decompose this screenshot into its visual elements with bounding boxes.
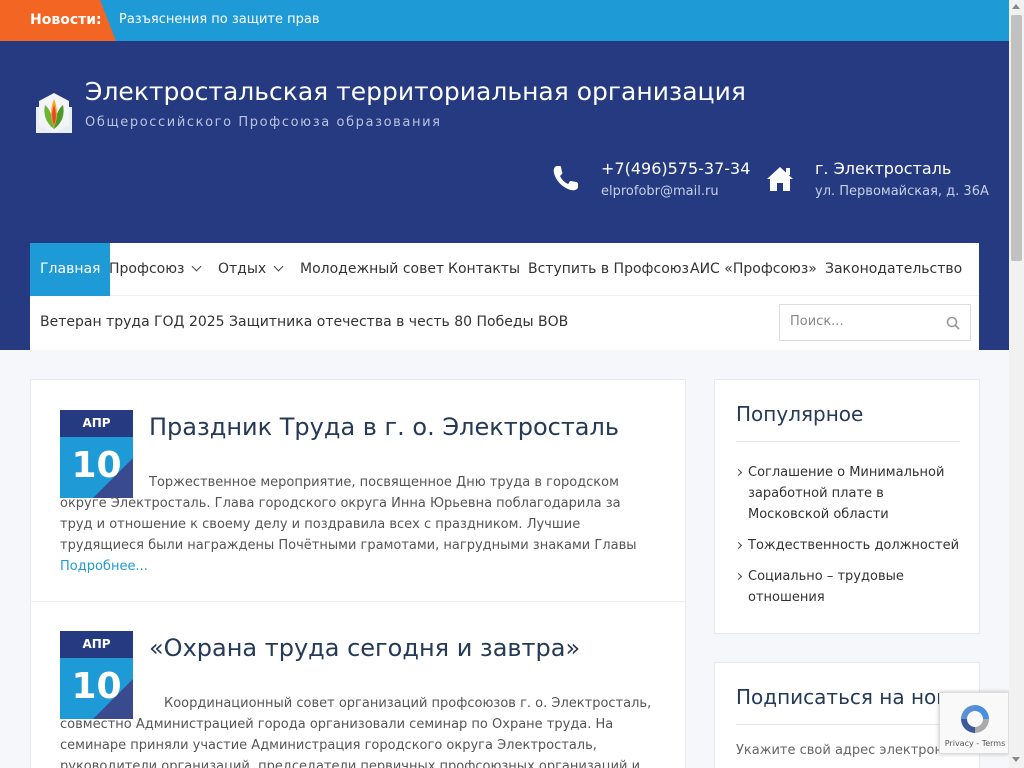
- search-icon[interactable]: [946, 316, 960, 330]
- post-divider: [31, 601, 685, 602]
- read-more-link[interactable]: Подробнее...: [60, 559, 148, 574]
- recaptcha-links[interactable]: Privacy - Terms: [940, 739, 1010, 748]
- chevron-down-icon: [273, 261, 284, 272]
- subscribe-hint: Укажите свой адрес электронной: [736, 743, 968, 758]
- nav-home[interactable]: Главная: [30, 243, 111, 296]
- nav-union-label: Профсоюз: [109, 261, 185, 277]
- site-tagline: Общероссийского Профсоюза образования: [85, 115, 442, 130]
- main-nav: Главная Профсоюз Отдых Молодежный совет …: [30, 243, 979, 296]
- post-excerpt: Координационный совет организаций профсо…: [60, 693, 656, 768]
- post-day-number: 10: [71, 445, 122, 486]
- ticker-label: Новости:: [0, 0, 116, 41]
- page-scrollbar[interactable]: [1009, 0, 1024, 768]
- posts-list: АПР 10 Праздник Труда в г. о. Электроста…: [30, 379, 686, 768]
- popular-link[interactable]: Тождественность должностей: [734, 535, 966, 556]
- news-ticker: Новости: Разъяснения по защите прав: [0, 0, 1009, 41]
- nav-rest-label: Отдых: [218, 261, 267, 277]
- widget-divider: [736, 441, 960, 442]
- nav-rest[interactable]: Отдых: [218, 243, 284, 296]
- popular-widget-title: Популярное: [736, 402, 864, 426]
- nav-join-union[interactable]: Вступить в Профсоюз: [528, 243, 689, 296]
- main-nav-row2: Ветеран труда ГОД 2025 Защитника отечест…: [30, 296, 979, 350]
- popular-link-label: Тождественность должностей: [748, 538, 960, 553]
- post-title[interactable]: «Охрана труда сегодня и завтра»: [149, 634, 580, 662]
- nav-union[interactable]: Профсоюз: [109, 243, 202, 296]
- nav-labor-veteran[interactable]: Ветеран труда: [40, 296, 150, 349]
- chevron-right-icon: [734, 541, 743, 550]
- search-input[interactable]: [790, 314, 930, 329]
- post-title[interactable]: Праздник Труда в г. о. Электросталь: [149, 413, 619, 441]
- chevron-right-icon: [734, 468, 743, 477]
- popular-link-label: Соглашение о Минимальной заработной плат…: [748, 465, 945, 522]
- scroll-down-arrow-icon[interactable]: [1012, 757, 1020, 762]
- nav-year-2025[interactable]: ГОД 2025 Защитника отечества в честь 80 …: [154, 296, 568, 349]
- post-day-number: 10: [71, 666, 122, 707]
- home-icon: [767, 167, 793, 191]
- post-month: АПР: [60, 631, 133, 658]
- popular-link[interactable]: Социально – трудовые отношения: [734, 566, 966, 608]
- post-excerpt-text: Торжественное мероприятие, посвященное Д…: [60, 475, 637, 553]
- chevron-right-icon: [734, 572, 743, 581]
- search-box: [779, 304, 971, 341]
- nav-youth-council[interactable]: Молодежный совет: [300, 243, 444, 296]
- phone-icon: [553, 166, 578, 191]
- street-address: ул. Первомайская, д. 36А: [815, 184, 989, 199]
- city-name: г. Электросталь: [815, 159, 952, 178]
- popular-link-label: Социально – трудовые отношения: [748, 569, 904, 605]
- post-excerpt: Торжественное мероприятие, посвященное Д…: [60, 472, 656, 577]
- recaptcha-icon: [961, 705, 989, 733]
- site-title[interactable]: Электростальская территориальная организ…: [85, 77, 746, 106]
- nav-legislation[interactable]: Законодательство: [825, 243, 962, 296]
- nav-contacts[interactable]: Контакты: [448, 243, 520, 296]
- ticker-news-link[interactable]: Разъяснения по защите прав: [119, 0, 320, 39]
- scroll-thumb[interactable]: [1011, 15, 1022, 261]
- union-logo-icon[interactable]: [36, 91, 72, 133]
- chevron-down-icon: [192, 261, 202, 272]
- recaptcha-badge[interactable]: Privacy - Terms: [939, 692, 1009, 754]
- email-address[interactable]: elprofobr@mail.ru: [601, 184, 719, 199]
- phone-number[interactable]: +7(496)575-37-34: [601, 159, 750, 178]
- nav-ais-union[interactable]: АИС «Профсоюз»: [690, 243, 817, 296]
- widget-divider: [736, 724, 960, 725]
- popular-widget: Популярное Соглашение о Минимальной зара…: [714, 379, 980, 634]
- post-month: АПР: [60, 410, 133, 437]
- popular-link[interactable]: Соглашение о Минимальной заработной плат…: [734, 462, 966, 525]
- post-excerpt-text: Координационный совет организаций профсо…: [60, 696, 652, 768]
- scroll-up-arrow-icon[interactable]: [1012, 4, 1020, 9]
